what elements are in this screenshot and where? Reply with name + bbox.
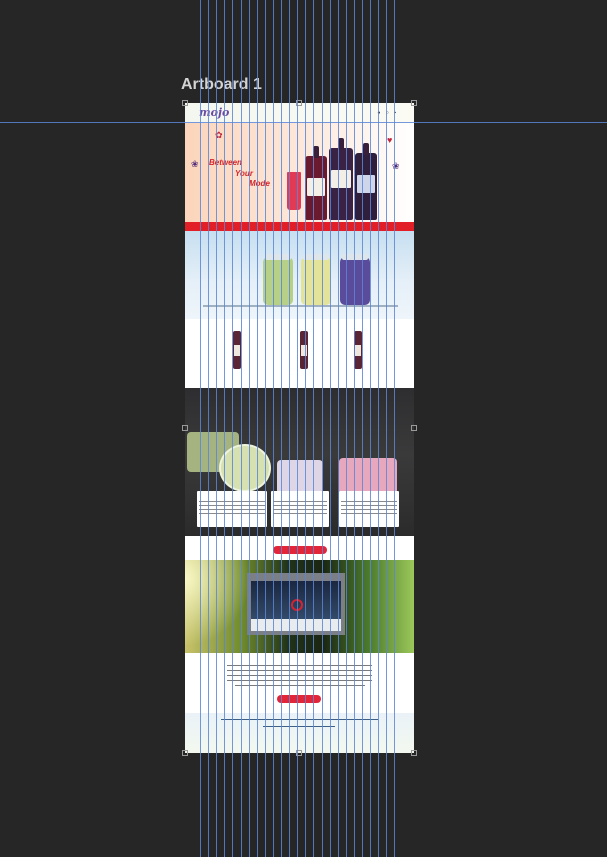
site-footer	[185, 713, 414, 753]
smoothie-jars-banner	[185, 231, 414, 319]
vertical-guide[interactable]	[297, 0, 298, 857]
vertical-guide[interactable]	[265, 0, 266, 857]
vertical-guide[interactable]	[289, 0, 290, 857]
red-divider	[185, 222, 414, 231]
blackberry-icon: ❀	[191, 159, 199, 169]
vertical-guide[interactable]	[313, 0, 314, 857]
vertical-guide[interactable]	[281, 0, 282, 857]
hero-text-line-3: Mode	[249, 179, 270, 188]
vertical-guide[interactable]	[249, 0, 250, 857]
vertical-guide[interactable]	[305, 0, 306, 857]
vertical-guide[interactable]	[354, 0, 355, 857]
lime-slice	[219, 444, 271, 492]
syrup-bottle	[305, 146, 327, 220]
drinks-section	[185, 388, 414, 536]
resize-handle-top-left[interactable]	[182, 100, 188, 106]
strawberry-icon: ♥	[387, 135, 393, 145]
resize-handle-right[interactable]	[411, 425, 417, 431]
site-header: mojo ● ○ ▪	[185, 103, 414, 123]
vertical-guide[interactable]	[330, 0, 331, 857]
pink-smoothie-glass	[339, 458, 397, 494]
drink-card[interactable]	[339, 491, 399, 527]
resize-handle-bottom-right[interactable]	[411, 750, 417, 756]
store-banner	[185, 560, 414, 653]
hero-text-line-2: Your	[235, 169, 253, 178]
about-button[interactable]	[277, 695, 321, 703]
vertical-guide[interactable]	[200, 0, 201, 857]
resize-handle-top-right[interactable]	[411, 100, 417, 106]
vertical-guide[interactable]	[362, 0, 363, 857]
vertical-guide[interactable]	[378, 0, 379, 857]
product-item[interactable]	[297, 331, 311, 379]
resize-handle-left[interactable]	[182, 425, 188, 431]
resize-handle-bottom-left[interactable]	[182, 750, 188, 756]
sun-rays	[185, 560, 255, 653]
vertical-guide[interactable]	[224, 0, 225, 857]
hero-text-line-1: Between	[209, 158, 242, 167]
vertical-guide[interactable]	[346, 0, 347, 857]
horizontal-guide[interactable]	[0, 122, 607, 123]
vertical-guide[interactable]	[386, 0, 387, 857]
vertical-guide[interactable]	[322, 0, 323, 857]
products-section	[185, 319, 414, 388]
vertical-guide[interactable]	[257, 0, 258, 857]
vertical-guide[interactable]	[273, 0, 274, 857]
vertical-guide[interactable]	[216, 0, 217, 857]
hero-banner: ✿ ❀ ♥ ❀ Between Your Mode	[185, 123, 414, 223]
syrup-bottle	[355, 143, 377, 220]
vertical-guide[interactable]	[370, 0, 371, 857]
artboard[interactable]: mojo ● ○ ▪ ✿ ❀ ♥ ❀ Between Your Mode	[185, 103, 414, 753]
purple-smoothie-jar	[340, 254, 370, 305]
vertical-guide[interactable]	[208, 0, 209, 857]
vertical-guide[interactable]	[394, 0, 395, 857]
vertical-guide[interactable]	[338, 0, 339, 857]
vertical-guide[interactable]	[232, 0, 233, 857]
drink-card[interactable]	[271, 491, 329, 527]
vertical-guide[interactable]	[241, 0, 242, 857]
syrup-bottle	[329, 138, 353, 220]
